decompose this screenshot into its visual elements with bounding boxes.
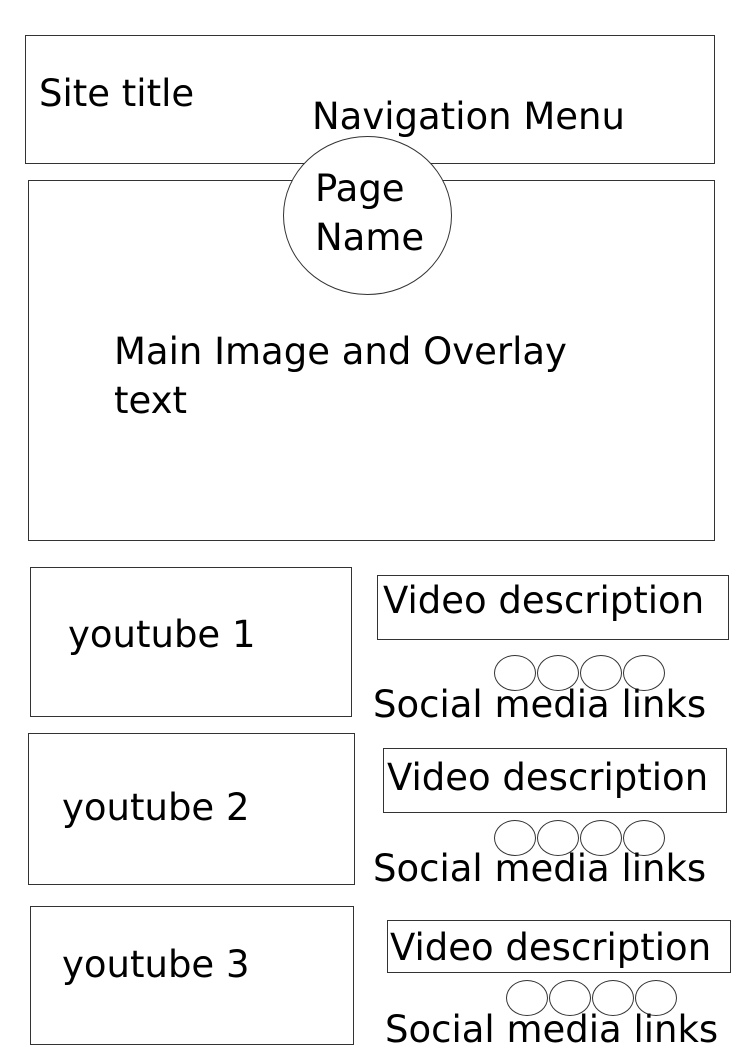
site-title[interactable]: Site title [39, 75, 194, 112]
page-name-line-2: Name [315, 216, 425, 259]
navigation-menu[interactable]: Navigation Menu [312, 98, 625, 135]
youtube-label-3: youtube 3 [62, 943, 250, 986]
social-media-links-3: Social media links [385, 1008, 719, 1051]
video-description-3: Video description [390, 926, 712, 969]
hero-overlay-line-2: text [114, 379, 188, 422]
social-media-links-2: Social media links [373, 847, 707, 890]
video-description-2: Video description [387, 756, 709, 799]
page-name-line-1: Page [315, 167, 405, 210]
youtube-label-1: youtube 1 [68, 613, 256, 656]
social-media-links-1: Social media links [373, 683, 707, 726]
hero-overlay-line-1: Main Image and Overlay [114, 330, 567, 373]
youtube-label-2: youtube 2 [62, 786, 250, 829]
video-description-1: Video description [383, 579, 705, 622]
